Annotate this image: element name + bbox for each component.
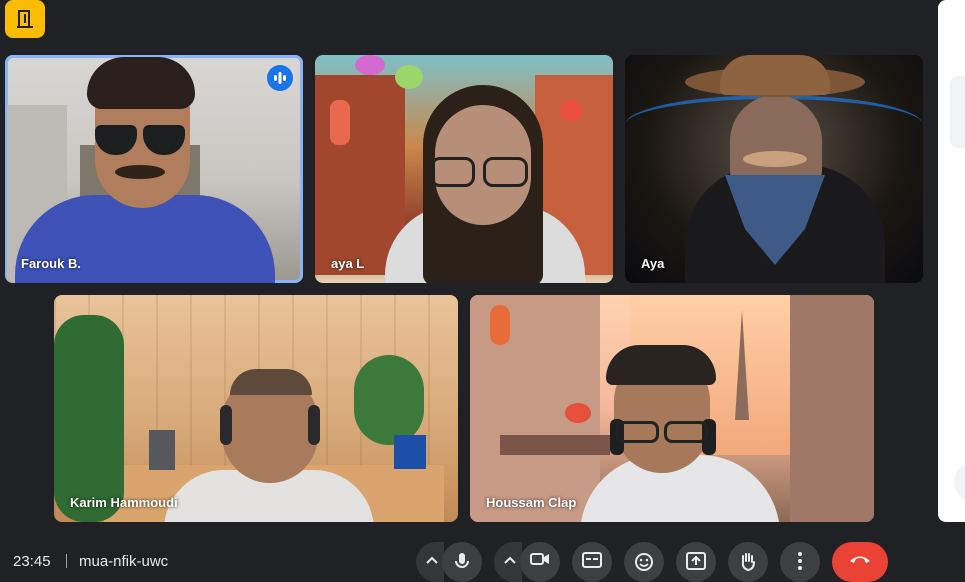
raise-hand-button[interactable] [728, 542, 768, 582]
emoji-icon [635, 553, 653, 571]
participant-name: Houssam Clap [486, 495, 577, 510]
participant-tile-farouk[interactable]: Farouk B. [5, 55, 303, 283]
participant-tile-houssam[interactable]: Houssam Clap [470, 295, 874, 522]
meeting-code[interactable]: mua-nfik-uwc [79, 553, 168, 570]
participant-tile-karim[interactable]: Karim Hammoudi [54, 295, 458, 522]
participant-tile-aya-l[interactable]: aya L [315, 55, 613, 283]
side-panel-button[interactable] [954, 462, 965, 502]
chevron-up-icon [504, 556, 516, 564]
participant-name: Farouk B. [21, 256, 81, 271]
clock: 23:45 [13, 553, 51, 570]
microphone-button[interactable] [442, 542, 482, 582]
microphone-icon [455, 553, 469, 568]
participant-name: Aya [641, 256, 665, 271]
side-panel [938, 0, 965, 522]
more-options-button[interactable] [780, 542, 820, 582]
captions-button[interactable] [572, 542, 612, 582]
camera-icon [530, 553, 549, 565]
participant-tile-aya[interactable]: Aya [625, 55, 923, 283]
audio-level-icon [274, 72, 286, 84]
audio-options-button[interactable] [416, 542, 444, 582]
meeting-info-badge[interactable] [5, 0, 45, 38]
speaking-indicator [267, 65, 293, 91]
present-icon [686, 552, 706, 570]
video-options-button[interactable] [494, 542, 522, 582]
participant-name: aya L [331, 256, 365, 271]
end-call-button[interactable] [832, 542, 888, 582]
end-call-icon [850, 556, 870, 563]
emoji-button[interactable] [624, 542, 664, 582]
side-panel-card [950, 76, 965, 148]
divider [66, 554, 67, 568]
chevron-up-icon [426, 556, 438, 564]
present-button[interactable] [676, 542, 716, 582]
bottom-bar: 23:45 mua-nfik-uwc [0, 540, 965, 582]
more-options-icon [798, 552, 802, 570]
raise-hand-icon [741, 553, 755, 572]
captions-icon [582, 552, 602, 568]
participant-name: Karim Hammoudi [70, 495, 178, 510]
door-icon [17, 10, 33, 28]
camera-button[interactable] [520, 542, 560, 582]
